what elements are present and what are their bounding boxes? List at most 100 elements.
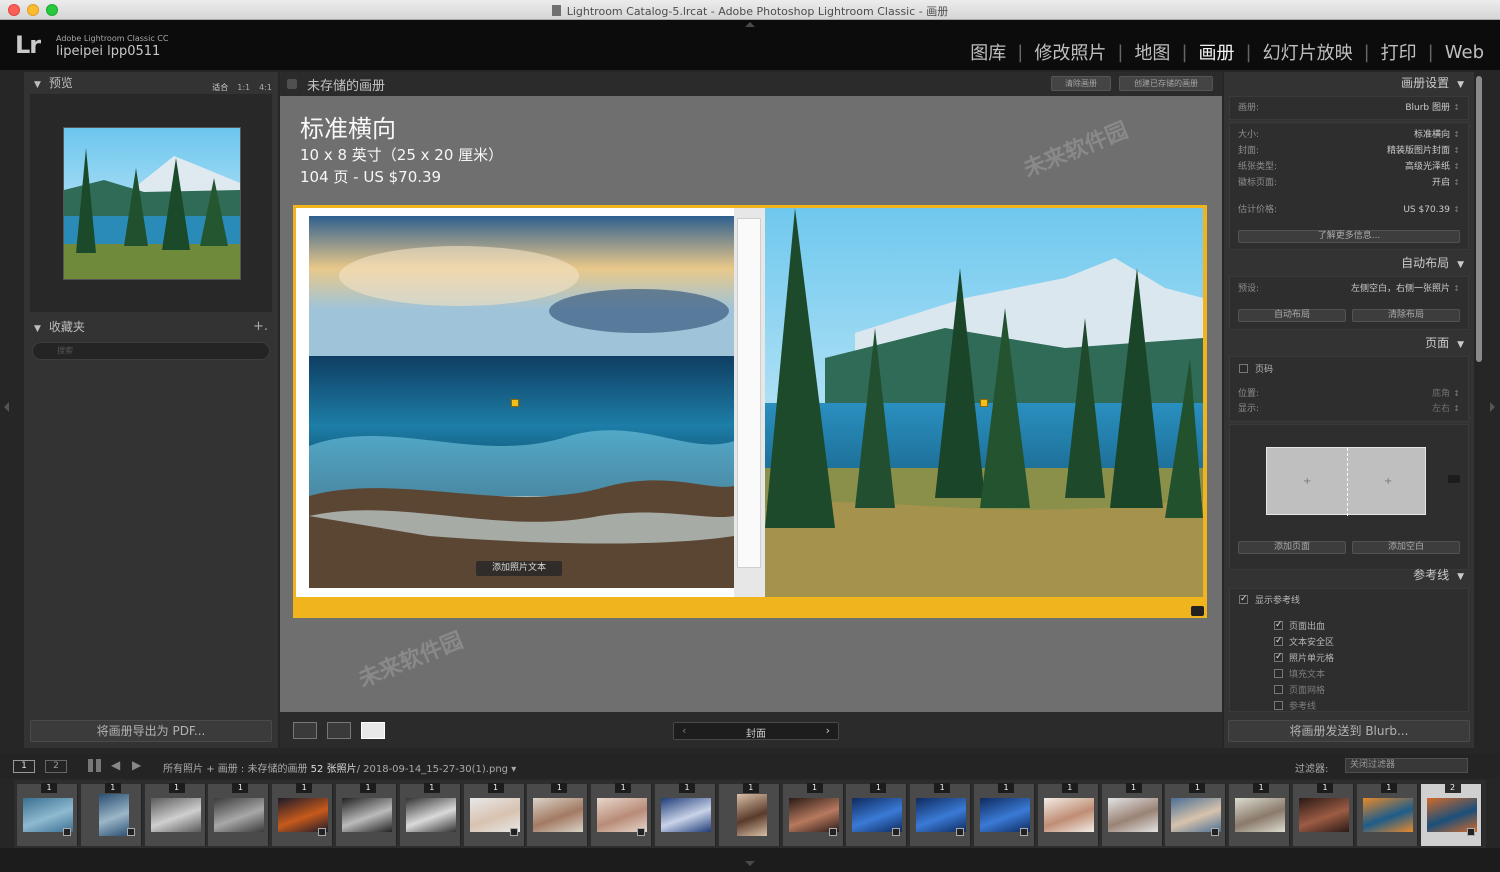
create-saved-book-button[interactable]: 创建已存储的画册: [1119, 76, 1213, 91]
source-book[interactable]: 画册 : 未存储的画册: [218, 764, 308, 775]
filmstrip-thumbnail[interactable]: 2: [1420, 783, 1482, 846]
show-guides-checkbox[interactable]: [1239, 595, 1248, 604]
photo-cells-checkbox[interactable]: [1274, 653, 1283, 662]
back-arrow-icon[interactable]: ◀: [111, 758, 120, 772]
source-dropdown-icon[interactable]: ▾: [511, 764, 516, 775]
cover-spread[interactable]: 添加照片文本: [293, 205, 1207, 618]
filmstrip-thumbnail[interactable]: 1: [527, 783, 589, 846]
page-grid-checkbox[interactable]: [1274, 685, 1283, 694]
filmstrip-thumbnail[interactable]: 1: [1165, 783, 1227, 846]
clear-layout-button[interactable]: 清除布局: [1352, 309, 1460, 322]
module-library[interactable]: 图库: [970, 39, 1006, 65]
page-template-preview[interactable]: + +: [1266, 447, 1426, 516]
send-to-blurb-button[interactable]: 将画册发送到 Blurb...: [1228, 720, 1470, 742]
filmstrip-thumbnail[interactable]: 1: [80, 783, 142, 846]
photo-center-handle[interactable]: [980, 399, 988, 407]
filmstrip-thumbnail[interactable]: 1: [655, 783, 716, 846]
paper-row[interactable]: 纸张类型: 高级光泽纸: [1238, 160, 1460, 174]
module-print[interactable]: 打印: [1381, 39, 1417, 65]
page-number-checkbox[interactable]: [1239, 364, 1248, 373]
size-row[interactable]: 大小: 标准横向: [1238, 128, 1460, 142]
display-row[interactable]: 显示: 左右: [1238, 402, 1460, 416]
filmstrip-thumbnail[interactable]: 1: [1229, 783, 1291, 846]
forward-arrow-icon[interactable]: ▶: [132, 758, 141, 772]
guides-checkbox[interactable]: [1274, 701, 1283, 710]
grid-view-icon[interactable]: [88, 759, 101, 772]
filmstrip-thumbnail[interactable]: 1: [1356, 783, 1418, 846]
filmstrip-thumbnail[interactable]: 1: [974, 783, 1035, 846]
filmstrip-thumbnail[interactable]: 1: [1293, 783, 1354, 846]
filmstrip-thumbnail[interactable]: 1: [17, 783, 78, 846]
book-type-row[interactable]: 画册: Blurb 图册: [1238, 101, 1460, 115]
module-book[interactable]: 画册: [1199, 39, 1235, 65]
filmstrip-thumbnail[interactable]: 1: [1101, 783, 1163, 846]
collapse-left-panel-icon[interactable]: [4, 402, 9, 412]
autolayout-header[interactable]: 自动布局 ▼: [1224, 252, 1474, 274]
filmstrip-thumbnail[interactable]: 1: [208, 783, 270, 846]
source-all-photos[interactable]: 所有照片: [163, 764, 203, 775]
filmstrip-thumbnail[interactable]: 1: [591, 783, 653, 846]
paper-value[interactable]: 高级光泽纸: [1405, 160, 1460, 174]
filmstrip-thumbnail[interactable]: 1: [336, 783, 397, 846]
add-page-button[interactable]: 添加页面: [1238, 541, 1346, 554]
filter-select[interactable]: 关闭过滤器: [1345, 758, 1468, 773]
collections-search-input[interactable]: 搜索: [32, 342, 270, 360]
logo-page-value[interactable]: 开启: [1432, 176, 1460, 190]
module-slideshow[interactable]: 幻灯片放映: [1263, 39, 1353, 65]
right-panel-scrollbar[interactable]: [1476, 76, 1482, 362]
preview-panel-header[interactable]: ▼ 预览 适合 1:1 4:1: [24, 72, 278, 94]
auto-layout-button[interactable]: 自动布局: [1238, 309, 1346, 322]
clear-book-button[interactable]: 清除画册: [1051, 76, 1111, 91]
guides-header[interactable]: 参考线 ▼: [1224, 564, 1474, 586]
logo-page-row[interactable]: 徽标页面: 开启: [1238, 176, 1460, 190]
page-bleed-checkbox[interactable]: [1274, 621, 1283, 630]
front-cover-page[interactable]: [765, 208, 1203, 597]
filmstrip-thumbnail[interactable]: 1: [463, 783, 525, 846]
collapse-top-panel-icon[interactable]: [745, 22, 755, 27]
book-settings-header[interactable]: 画册设置 ▼: [1224, 72, 1474, 94]
preset-row[interactable]: 预设: 左侧空白，右侧一张照片: [1238, 282, 1460, 296]
book-type-value[interactable]: Blurb 图册: [1405, 101, 1459, 115]
filmstrip-thumbnail[interactable]: 1: [782, 783, 844, 846]
collections-panel-header[interactable]: ▼ 收藏夹 +.: [24, 316, 278, 338]
filmstrip-source[interactable]: 所有照片 + 画册 : 未存储的画册 52 张照片/ 2018-09-14_15…: [163, 760, 516, 775]
position-row[interactable]: 位置: 底角: [1238, 387, 1460, 401]
back-cover-page[interactable]: 添加照片文本: [296, 208, 734, 597]
export-book-pdf-button[interactable]: 将画册导出为 PDF...: [30, 720, 272, 742]
filmstrip-thumbnail[interactable]: 1: [144, 783, 206, 846]
primary-display-button[interactable]: 1: [13, 760, 35, 773]
photo-center-handle[interactable]: [511, 399, 519, 407]
preset-value[interactable]: 左侧空白，右侧一张照片: [1351, 282, 1460, 296]
module-map[interactable]: 地图: [1134, 39, 1170, 65]
spine-text-area[interactable]: [737, 218, 761, 568]
spread-view-button[interactable]: [327, 722, 351, 739]
learn-more-button[interactable]: 了解更多信息...: [1238, 230, 1460, 243]
navigator-thumbnail[interactable]: [63, 127, 241, 280]
single-page-view-button[interactable]: [361, 722, 385, 739]
multi-page-view-button[interactable]: [293, 722, 317, 739]
add-collection-icon[interactable]: +.: [253, 316, 268, 338]
filmstrip-thumbnail[interactable]: 1: [846, 783, 908, 846]
page-header[interactable]: 页面 ▼: [1224, 332, 1474, 354]
photo-cell-ocean[interactable]: [309, 216, 734, 588]
module-develop[interactable]: 修改照片: [1034, 39, 1106, 65]
collapse-filmstrip-icon[interactable]: [745, 861, 755, 866]
module-web[interactable]: Web: [1445, 42, 1484, 63]
filler-text-checkbox[interactable]: [1274, 669, 1283, 678]
collapse-right-panel-icon[interactable]: [1490, 402, 1495, 412]
position-value[interactable]: 底角: [1432, 387, 1460, 401]
book-spine[interactable]: [734, 208, 765, 597]
text-safe-area-checkbox[interactable]: [1274, 637, 1283, 646]
cover-row[interactable]: 封面: 精装版图片封面: [1238, 144, 1460, 158]
filmstrip-thumbnail[interactable]: 1: [718, 783, 780, 846]
filmstrip-thumbnail[interactable]: 1: [272, 783, 334, 846]
previous-page-icon[interactable]: ‹: [682, 724, 686, 737]
cover-value[interactable]: 精装版图片封面: [1387, 144, 1460, 158]
filmstrip-thumbnail[interactable]: 1: [910, 783, 972, 846]
template-picker-icon[interactable]: [1448, 475, 1460, 483]
next-page-icon[interactable]: ›: [826, 724, 830, 737]
add-photo-text-button[interactable]: 添加照片文本: [476, 561, 562, 576]
display-value[interactable]: 左右: [1432, 402, 1460, 416]
page-options-icon[interactable]: [1191, 606, 1204, 616]
filmstrip-thumbnail[interactable]: 1: [1037, 783, 1099, 846]
